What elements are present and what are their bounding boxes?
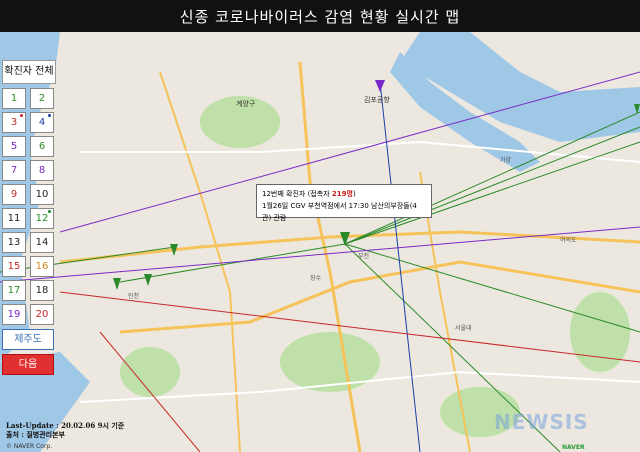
marker-green-bucheon [340,232,350,246]
case-button-6[interactable]: 6 [30,136,54,157]
path-green-5 [344,243,640,333]
road-2 [119,260,640,334]
popup-contacts-prefix: (접촉자 [307,190,330,198]
marker-blue-gimpo [375,80,385,92]
case-button-11[interactable]: 11 [2,208,26,229]
map-view[interactable]: 계양구 김포공항 가양 부천 인천 장수 서울대 여의도 [0,32,640,452]
label-seoul-univ: 서울대 [455,324,472,332]
case-grid: 1 2 3 4 5 6 7 8 9 10 11 12 13 14 15 16 17 18 19 20 [2,88,54,325]
popup-case-label: 12번째 확진자 [262,190,306,198]
jeju-button[interactable]: 제주도 [2,329,54,350]
label-incheon: 인천 [128,292,139,300]
path-purple-1 [0,226,640,283]
case-button-16[interactable]: 16 [30,256,54,277]
case-button-5[interactable]: 5 [2,136,26,157]
naver-logo: NAVER [562,444,585,451]
label-jangsu: 장수 [310,274,322,282]
path-blue-1 [379,81,421,452]
copyright: © NAVER Corp. [6,443,53,450]
case-button-4[interactable]: 4 [30,112,54,133]
road-1 [59,230,640,264]
case-marker-dot [20,114,23,117]
case-button-8[interactable]: 8 [30,160,54,181]
case-button-18[interactable]: 18 [30,280,54,301]
last-update: Last-Update : 20.02.06 9시 기준 [6,421,125,430]
marker-green-west-3 [144,274,152,286]
case-button-13[interactable]: 13 [2,232,26,253]
label-gayang: 가양 [500,156,512,164]
popup-title: 12번째 확진자 (접촉자 219명) [262,188,426,200]
page-title: 신종 코로나바이러스 감염 현황 실시간 맵 [179,7,461,26]
update-info: Last-Update : 20.02.06 9시 기준 출처 : 질병관리본부 [6,421,124,439]
marker-green-west-2 [113,278,121,290]
label-gimpo-airport: 김포공항 [364,95,390,104]
header: 신종 코로나바이러스 감염 현황 실시간 맵 [0,0,640,32]
map-canvas[interactable]: 계양구 김포공항 가양 부천 인천 장수 서울대 여의도 [0,32,640,452]
popup-contacts-count: 219명 [331,190,353,198]
case-sidebar: 확진자 전체 1 2 3 4 5 6 7 8 9 10 11 12 13 14 15 16 17 18 19 20 제… [2,60,56,375]
case-marker-dot [48,210,51,213]
label-yeouido: 여의도 [560,236,577,244]
label-gyeyang: 계양구 [236,99,256,108]
popup-contacts-suffix: ) [352,190,356,198]
next-button[interactable]: 다음 [2,354,54,375]
case-popup: 12번째 확진자 (접촉자 219명) 1월26일 CGV 부천역점에서 17:… [256,184,432,222]
case-button-19[interactable]: 19 [2,304,26,325]
case-button-1[interactable]: 1 [2,88,26,109]
case-button-2[interactable]: 2 [30,88,54,109]
park-west [120,347,180,397]
popup-detail: 1월26일 CGV 부천역점에서 17:30 남산의부장들(4관) 관람 [262,202,417,222]
case-button-10[interactable]: 10 [30,184,54,205]
road-3 [298,61,362,452]
case-button-7[interactable]: 7 [2,160,26,181]
case-button-20[interactable]: 20 [30,304,54,325]
all-cases-button[interactable]: 확진자 전체 [2,60,56,84]
case-button-17[interactable]: 17 [2,280,26,301]
newsis-watermark: NEWSIS [494,410,589,434]
case-button-14[interactable]: 14 [30,232,54,253]
case-button-12[interactable]: 12 [30,208,54,229]
case-button-15[interactable]: 15 [2,256,26,277]
case-button-3[interactable]: 3 [2,112,26,133]
label-bucheon: 부천 [358,252,369,260]
park-center [280,332,380,392]
road-6 [80,140,640,163]
case-button-9[interactable]: 9 [2,184,26,205]
source: 출처 : 질병관리본부 [6,430,65,439]
case-marker-dot [48,114,51,117]
